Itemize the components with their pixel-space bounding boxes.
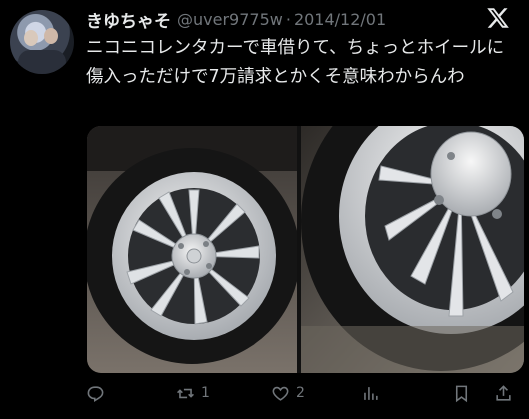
like-button[interactable]: 2	[271, 382, 305, 404]
tweet: きゆちゃそ @uver9775w · 2014/12/01 ニコニコレンタカーで…	[0, 0, 529, 419]
x-logo-icon[interactable]	[486, 6, 510, 30]
retweet-button[interactable]: 1	[176, 382, 210, 404]
tweet-date[interactable]: 2014/12/01	[294, 10, 386, 29]
avatar-face-right	[44, 28, 58, 44]
heart-icon	[272, 386, 289, 401]
bookmark-icon	[455, 385, 468, 402]
reply-button[interactable]	[86, 382, 111, 404]
header-separator: ·	[285, 9, 291, 29]
reply-icon	[87, 385, 104, 402]
retweet-count: 1	[201, 385, 210, 401]
avatar-face-left	[24, 30, 38, 46]
tweet-text: ニコニコレンタカーで車借りて、ちょっとホイールに傷入っただけで7万請求とかくそ意…	[86, 38, 505, 87]
views-button[interactable]	[361, 382, 386, 404]
bookmark-button[interactable]	[452, 382, 477, 404]
tweet-header: きゆちゃそ @uver9775w · 2014/12/01	[86, 7, 386, 32]
tweet-media	[87, 126, 524, 373]
user-handle[interactable]: @uver9775w	[177, 10, 283, 29]
wheel-photo-1-image	[87, 126, 297, 373]
wheel-photo-1[interactable]	[87, 126, 297, 373]
share-button[interactable]	[494, 382, 519, 404]
views-icon	[364, 386, 378, 400]
share-icon	[496, 384, 511, 401]
wheel-photo-2-image	[301, 126, 524, 373]
like-count: 2	[296, 385, 305, 401]
wheel-photo-2[interactable]	[301, 126, 524, 373]
display-name[interactable]: きゆちゃそ	[86, 7, 171, 32]
avatar-shoulders	[18, 50, 66, 74]
tweet-actions: 1 2	[0, 376, 529, 410]
avatar[interactable]	[10, 10, 74, 74]
retweet-icon	[177, 388, 194, 398]
